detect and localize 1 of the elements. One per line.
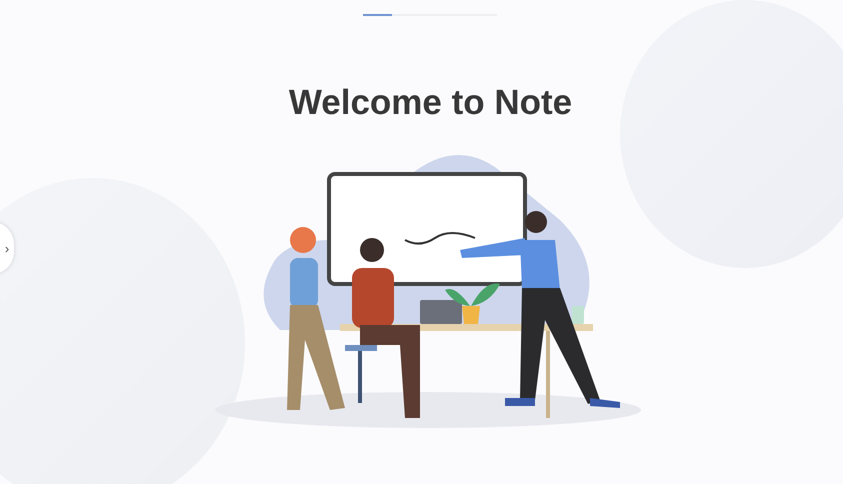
welcome-title: Welcome to Note bbox=[288, 83, 574, 123]
